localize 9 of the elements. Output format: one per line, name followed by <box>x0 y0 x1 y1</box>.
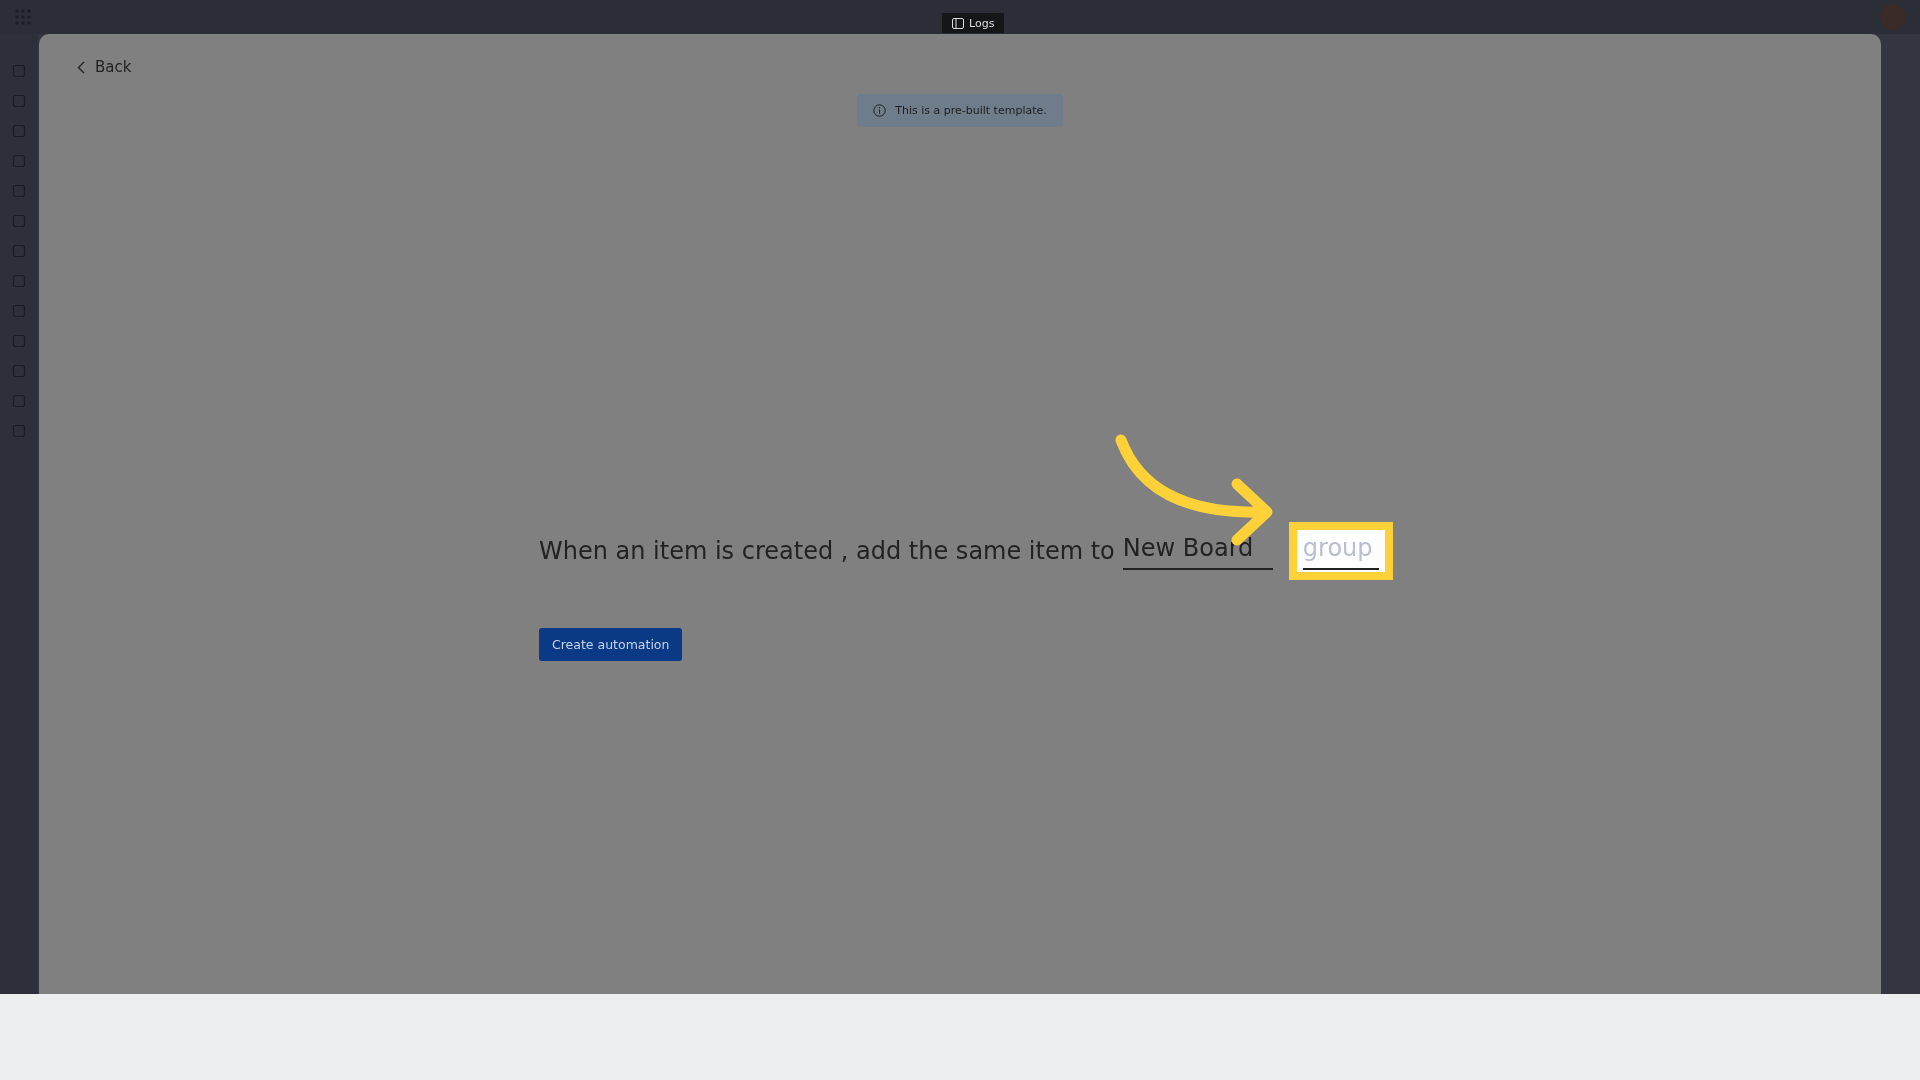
automation-sentence: When an item is created , add the same item to <box>539 537 1115 565</box>
panel-icon <box>952 17 964 29</box>
back-link[interactable]: Back <box>77 58 132 76</box>
chevron-left-icon <box>77 60 85 74</box>
create-automation-button[interactable]: Create automation <box>539 628 683 661</box>
board-field[interactable]: New Board <box>1122 532 1273 570</box>
info-icon <box>873 104 887 117</box>
notice-text: This is a pre-built template. <box>895 104 1047 117</box>
logs-tab[interactable]: Logs <box>942 13 1005 33</box>
